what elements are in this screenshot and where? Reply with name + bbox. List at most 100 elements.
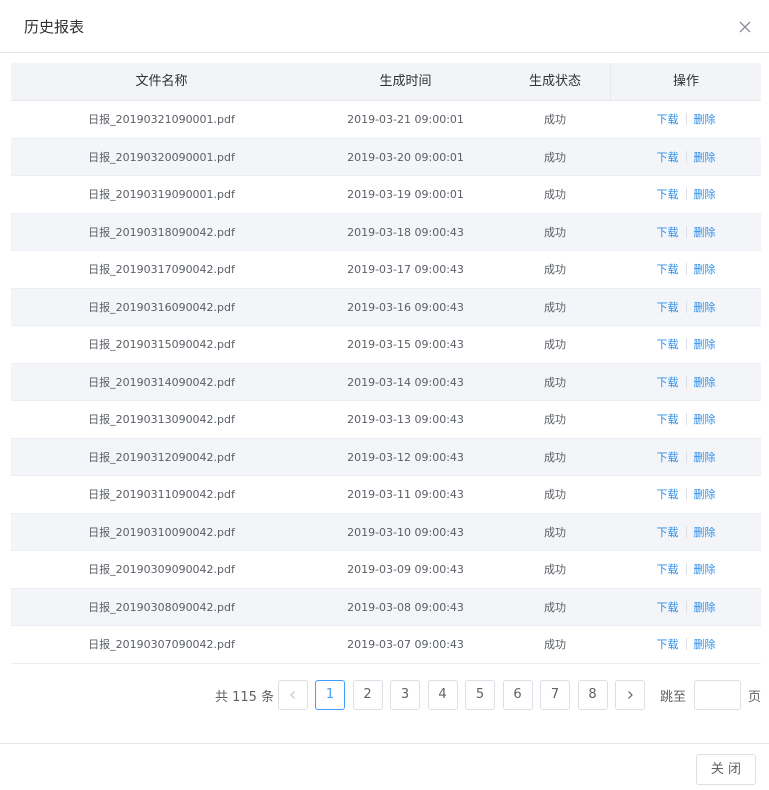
action-divider — [685, 188, 687, 200]
page-button-4[interactable]: 4 — [427, 680, 458, 710]
actions-cell: 下载 删除 — [611, 589, 761, 626]
actions-cell: 下载 删除 — [611, 439, 761, 476]
page-button-3[interactable]: 3 — [390, 680, 420, 710]
column-header-status: 生成状态 — [528, 74, 581, 89]
status-cell: 成功 — [544, 563, 566, 576]
status-cell: 成功 — [544, 600, 566, 614]
column-header-time: 生成时间 — [379, 74, 432, 89]
status-cell: 成功 — [544, 488, 566, 501]
status-cell: 成功 — [544, 300, 566, 314]
jump-label: 跳至 — [660, 690, 687, 705]
delete-link[interactable]: 删除 — [694, 226, 716, 239]
delete-link[interactable]: 删除 — [694, 151, 716, 164]
download-link[interactable]: 下载 — [657, 188, 679, 201]
download-link[interactable]: 下载 — [657, 526, 679, 539]
created-time-cell: 2019-03-14 09:00:43 — [347, 375, 464, 389]
created-time-cell: 2019-03-08 09:00:43 — [347, 600, 464, 614]
chevron-left-icon — [288, 687, 298, 702]
page-button-2[interactable]: 2 — [352, 680, 383, 710]
chevron-right-icon — [625, 687, 635, 702]
close-icon[interactable] — [737, 19, 753, 35]
download-link[interactable]: 下载 — [657, 226, 679, 239]
page-button-6[interactable]: 6 — [502, 680, 533, 710]
table-row: 日报_20190307090042.pdf 2019-03-07 09:00:43… — [11, 626, 761, 664]
close-button[interactable]: 关 闭 — [696, 754, 756, 785]
download-link[interactable]: 下载 — [657, 376, 679, 389]
delete-link[interactable]: 删除 — [694, 413, 716, 426]
actions-cell: 下载 删除 — [611, 401, 761, 438]
download-link[interactable]: 下载 — [657, 601, 679, 614]
page-button-5[interactable]: 5 — [465, 680, 495, 710]
delete-link[interactable]: 删除 — [694, 188, 716, 201]
actions-cell: 下载 删除 — [611, 514, 761, 551]
table-row: 日报_20190310090042.pdf 2019-03-10 09:00:43… — [11, 513, 761, 551]
download-link[interactable]: 下载 — [657, 638, 679, 651]
created-time-cell: 2019-03-20 09:00:01 — [347, 150, 464, 164]
download-link[interactable]: 下载 — [657, 301, 679, 314]
page-button-1[interactable]: 1 — [315, 680, 345, 710]
action-divider — [685, 525, 687, 538]
created-time-cell: 2019-03-12 09:00:43 — [347, 450, 464, 464]
delete-link[interactable]: 删除 — [694, 638, 716, 651]
jump-suffix: 页 — [748, 690, 762, 705]
table-row: 日报_20190309090042.pdf 2019-03-09 09:00:43… — [11, 551, 761, 589]
status-cell: 成功 — [544, 638, 566, 651]
file-name-cell: 日报_20190311090042.pdf — [88, 488, 235, 501]
actions-cell: 下载 删除 — [611, 214, 761, 251]
table-header: 文件名称 生成时间 生成状态 操作 — [11, 63, 761, 101]
download-link[interactable]: 下载 — [657, 563, 679, 576]
total-count: 共 115 条 — [215, 690, 275, 705]
actions-cell: 下载 删除 — [611, 551, 761, 588]
status-cell: 成功 — [544, 225, 566, 239]
file-name-cell: 日报_20190317090042.pdf — [88, 263, 235, 276]
download-link[interactable]: 下载 — [657, 263, 679, 276]
page-button-7[interactable]: 7 — [540, 680, 570, 710]
download-link[interactable]: 下载 — [657, 113, 679, 126]
delete-link[interactable]: 删除 — [694, 451, 716, 464]
page-button-8[interactable]: 8 — [577, 680, 608, 710]
delete-link[interactable]: 删除 — [694, 376, 716, 389]
created-time-cell: 2019-03-10 09:00:43 — [347, 525, 464, 539]
actions-cell: 下载 删除 — [611, 101, 761, 138]
created-time-cell: 2019-03-18 09:00:43 — [347, 225, 464, 239]
actions-cell: 下载 删除 — [611, 139, 761, 176]
download-link[interactable]: 下载 — [657, 451, 679, 464]
delete-link[interactable]: 删除 — [694, 338, 716, 351]
delete-link[interactable]: 删除 — [694, 263, 716, 276]
download-link[interactable]: 下载 — [657, 151, 679, 164]
delete-link[interactable]: 删除 — [694, 113, 716, 126]
delete-link[interactable]: 删除 — [694, 488, 716, 501]
column-header-filename: 文件名称 — [135, 74, 188, 89]
table-row: 日报_20190311090042.pdf 2019-03-11 09:00:43… — [11, 476, 761, 514]
action-divider — [685, 338, 687, 350]
prev-page-button[interactable] — [278, 680, 308, 710]
status-cell: 成功 — [544, 413, 566, 426]
pagination: 共 115 条 12345678 跳至 页 — [0, 679, 769, 711]
table-row: 日报_20190319090001.pdf 2019-03-19 09:00:01… — [11, 176, 761, 214]
download-link[interactable]: 下载 — [657, 413, 679, 426]
action-divider — [685, 300, 687, 313]
table-row: 日报_20190314090042.pdf 2019-03-14 09:00:43… — [11, 363, 761, 401]
delete-link[interactable]: 删除 — [694, 301, 716, 314]
delete-link[interactable]: 删除 — [694, 601, 716, 614]
actions-cell: 下载 删除 — [611, 251, 761, 288]
table-row: 日报_20190317090042.pdf 2019-03-17 09:00:43… — [11, 251, 761, 289]
download-link[interactable]: 下载 — [657, 338, 679, 351]
created-time-cell: 2019-03-15 09:00:43 — [347, 338, 464, 351]
delete-link[interactable]: 删除 — [694, 563, 716, 576]
action-divider — [685, 600, 687, 613]
file-name-cell: 日报_20190319090001.pdf — [88, 188, 235, 201]
created-time-cell: 2019-03-16 09:00:43 — [347, 300, 464, 314]
table-row: 日报_20190312090042.pdf 2019-03-12 09:00:43… — [11, 438, 761, 476]
jump-page-input[interactable] — [694, 680, 741, 710]
actions-cell: 下载 删除 — [611, 176, 761, 213]
actions-cell: 下载 删除 — [611, 626, 761, 663]
download-link[interactable]: 下载 — [657, 488, 679, 501]
status-cell: 成功 — [544, 113, 566, 126]
status-cell: 成功 — [544, 375, 566, 389]
report-table: 文件名称 生成时间 生成状态 操作 日报_20190321090001.pdf 2… — [11, 63, 761, 664]
action-divider — [685, 413, 687, 425]
delete-link[interactable]: 删除 — [694, 526, 716, 539]
action-divider — [685, 225, 687, 238]
next-page-button[interactable] — [615, 680, 645, 710]
